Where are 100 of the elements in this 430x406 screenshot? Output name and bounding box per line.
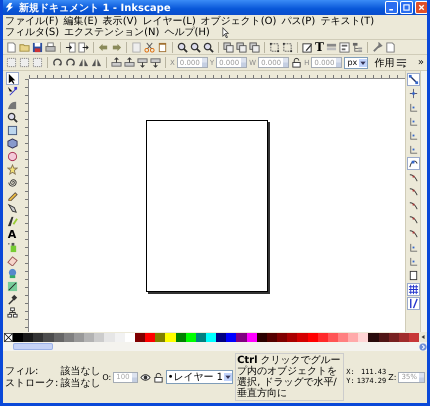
dotted-square-icon[interactable] [6, 57, 17, 68]
printer-icon[interactable] [45, 42, 56, 52]
node-arrow-icon[interactable] [6, 85, 18, 98]
align-icon[interactable] [338, 42, 350, 52]
color-swatch[interactable] [246, 332, 257, 342]
color-swatch[interactable] [216, 332, 226, 342]
guides-icon[interactable] [406, 297, 420, 310]
gradient-icon[interactable] [6, 280, 18, 293]
layer-dropdown[interactable]: •レイヤー 1 [166, 370, 234, 384]
color-swatch[interactable] [348, 332, 358, 342]
color-swatch[interactable] [409, 332, 420, 342]
document-icon[interactable] [6, 42, 17, 52]
magnifier-icon[interactable] [177, 42, 188, 52]
dotted-square-icon[interactable] [32, 57, 43, 68]
overflow-button[interactable]: » [418, 57, 424, 68]
color-swatch[interactable] [114, 332, 125, 342]
minimize-button[interactable] [385, 1, 398, 14]
color-swatch[interactable] [186, 332, 196, 342]
tree-icon[interactable] [352, 42, 363, 52]
color-swatch[interactable] [165, 332, 176, 342]
color-swatch[interactable] [388, 332, 399, 342]
color-swatch[interactable] [104, 332, 115, 342]
menu-item[interactable]: 表示(V) [102, 16, 138, 27]
stacked-squares-icon[interactable] [236, 42, 247, 52]
pencil-icon[interactable] [6, 189, 18, 202]
menu-item[interactable]: ヘルプ(H) [164, 27, 210, 38]
stack-arrow-icon[interactable] [150, 57, 161, 68]
scissors-icon[interactable] [144, 42, 155, 52]
color-swatch[interactable] [266, 332, 278, 342]
document-icon[interactable] [384, 42, 396, 52]
menu-item[interactable]: レイヤー(L) [142, 16, 196, 27]
circle-icon[interactable] [6, 150, 18, 163]
color-swatch[interactable] [124, 332, 135, 342]
color-swatch[interactable] [134, 332, 146, 342]
menu-item[interactable]: オブジェクト(O) [200, 16, 276, 27]
lock-icon[interactable] [152, 372, 164, 382]
arrow-pointer-icon[interactable] [6, 72, 18, 85]
magnifier-icon[interactable] [190, 42, 201, 52]
cube-icon[interactable] [6, 137, 18, 150]
grid-icon[interactable] [406, 283, 420, 296]
color-swatch[interactable] [256, 332, 267, 342]
connector-icon[interactable] [6, 306, 18, 319]
scrollbar[interactable] [3, 342, 427, 351]
menu-item[interactable]: エクステンション(N) [64, 27, 160, 38]
menu-item[interactable]: テキスト(T) [320, 16, 374, 27]
dotted-square-icon[interactable] [19, 57, 30, 68]
stacked-squares-icon[interactable] [249, 42, 260, 52]
node-curve-icon[interactable] [406, 157, 420, 170]
stack-arrow-icon[interactable] [137, 57, 148, 68]
color-swatch[interactable] [287, 332, 298, 342]
rotate-icon[interactable] [65, 57, 76, 68]
layers-icon[interactable] [326, 42, 337, 52]
color-swatch[interactable] [196, 332, 206, 342]
color-swatch[interactable] [74, 332, 84, 342]
scrollbar[interactable] [420, 71, 427, 332]
calligraphy-icon[interactable] [6, 215, 18, 228]
color-swatch[interactable] [176, 332, 186, 342]
export-icon[interactable] [78, 42, 89, 52]
color-swatch[interactable] [43, 332, 54, 342]
undo-arrow-icon[interactable] [98, 42, 109, 52]
menu-item[interactable]: フィルタ(S) [5, 27, 60, 38]
import-icon[interactable] [65, 42, 76, 52]
menu-item[interactable]: パス(P) [281, 16, 316, 27]
color-swatch[interactable] [308, 332, 318, 342]
color-swatch[interactable] [368, 332, 379, 342]
color-swatch[interactable] [23, 332, 34, 342]
magnifier-icon[interactable] [6, 111, 18, 124]
stack-arrow-icon[interactable] [124, 57, 135, 68]
scrollbar-thumb[interactable] [13, 343, 53, 350]
color-swatch[interactable] [236, 332, 247, 342]
rotate-icon[interactable] [52, 57, 63, 68]
dropper-icon[interactable] [6, 293, 18, 306]
color-swatch[interactable] [358, 332, 368, 342]
floppy-icon[interactable] [32, 42, 43, 52]
eraser-icon[interactable] [6, 254, 18, 267]
unit-dropdown[interactable]: px [344, 56, 368, 68]
menu-item[interactable]: 編集(E) [64, 16, 98, 27]
color-swatch[interactable] [277, 332, 288, 342]
close-button[interactable] [415, 1, 427, 14]
color-swatch[interactable] [398, 332, 410, 342]
wrench-icon[interactable] [372, 42, 383, 52]
maximize-button[interactable] [400, 1, 413, 14]
pen-square-icon[interactable] [302, 42, 313, 52]
menu-item[interactable]: ファイル(F) [5, 16, 59, 27]
spray-bottle-icon[interactable] [6, 241, 18, 254]
clipboard-icon[interactable] [157, 42, 168, 52]
color-swatch[interactable] [226, 332, 236, 342]
color-swatch[interactable] [328, 332, 338, 342]
rectangle-icon[interactable] [6, 124, 18, 137]
text-tool-button[interactable]: T [315, 41, 324, 53]
color-swatch[interactable] [338, 332, 348, 342]
snap-toggle-icon[interactable] [406, 73, 420, 86]
dashed-square-icon[interactable] [282, 42, 293, 52]
dashed-square-icon[interactable] [269, 42, 280, 52]
stack-arrow-icon[interactable] [111, 57, 122, 68]
eye-icon[interactable] [140, 372, 151, 382]
color-swatch[interactable] [318, 332, 328, 342]
color-swatch[interactable] [33, 332, 44, 342]
color-swatch[interactable] [94, 332, 104, 342]
color-swatch[interactable] [145, 332, 156, 342]
